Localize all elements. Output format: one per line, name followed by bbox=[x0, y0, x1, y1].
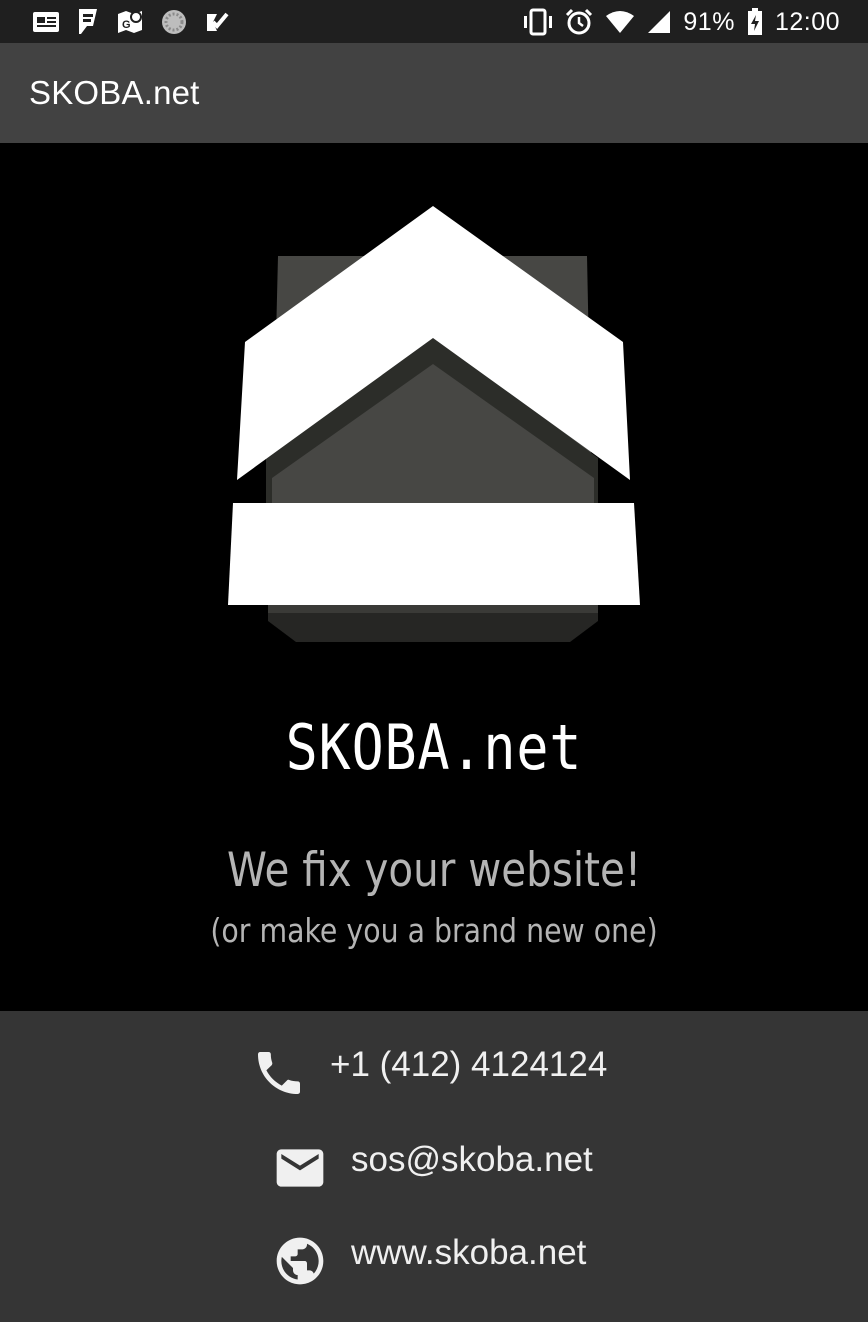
inbox-icon bbox=[204, 9, 230, 35]
brand-name: SKOBA.net bbox=[285, 711, 583, 784]
svg-text:G: G bbox=[122, 19, 131, 31]
phone-number[interactable]: +1 (412) 4124124 bbox=[330, 1045, 607, 1085]
house-logo bbox=[228, 206, 640, 642]
website-contact[interactable]: www.skoba.net bbox=[0, 1225, 868, 1285]
vibrate-icon bbox=[523, 8, 553, 36]
maps-icon: G bbox=[116, 8, 144, 36]
status-bar: G 91% 12:00 bbox=[0, 0, 868, 43]
phone-icon[interactable] bbox=[251, 1045, 307, 1101]
notification-icons: G bbox=[32, 6, 230, 38]
wifi-icon bbox=[605, 10, 635, 34]
email-contact[interactable]: sos@skoba.net bbox=[0, 1132, 868, 1192]
clock: 12:00 bbox=[774, 7, 840, 36]
alarm-icon bbox=[565, 8, 593, 36]
hero-section: SKOBA.net We fix your website! (or make … bbox=[0, 143, 868, 1011]
tagline: We fix your website! bbox=[226, 843, 642, 898]
phone-contact[interactable]: +1 (412) 4124124 bbox=[0, 1037, 868, 1097]
globe-icon[interactable] bbox=[272, 1233, 328, 1289]
app-bar: SKOBA.net bbox=[0, 43, 868, 143]
subtagline: (or make you a brand new one) bbox=[210, 911, 658, 950]
loading-icon bbox=[160, 8, 188, 36]
news-icon bbox=[32, 10, 60, 34]
email-icon[interactable] bbox=[272, 1140, 328, 1196]
website-url[interactable]: www.skoba.net bbox=[351, 1233, 586, 1273]
battery-charging-icon bbox=[747, 8, 763, 36]
system-indicators: 91% 12:00 bbox=[523, 6, 840, 38]
email-address[interactable]: sos@skoba.net bbox=[351, 1140, 593, 1180]
app-title: SKOBA.net bbox=[29, 74, 200, 111]
signal-icon bbox=[647, 10, 671, 34]
foursquare-icon bbox=[76, 8, 100, 36]
contact-panel: +1 (412) 4124124 sos@skoba.net www.skoba… bbox=[0, 1011, 868, 1322]
battery-percent: 91% bbox=[683, 7, 735, 36]
